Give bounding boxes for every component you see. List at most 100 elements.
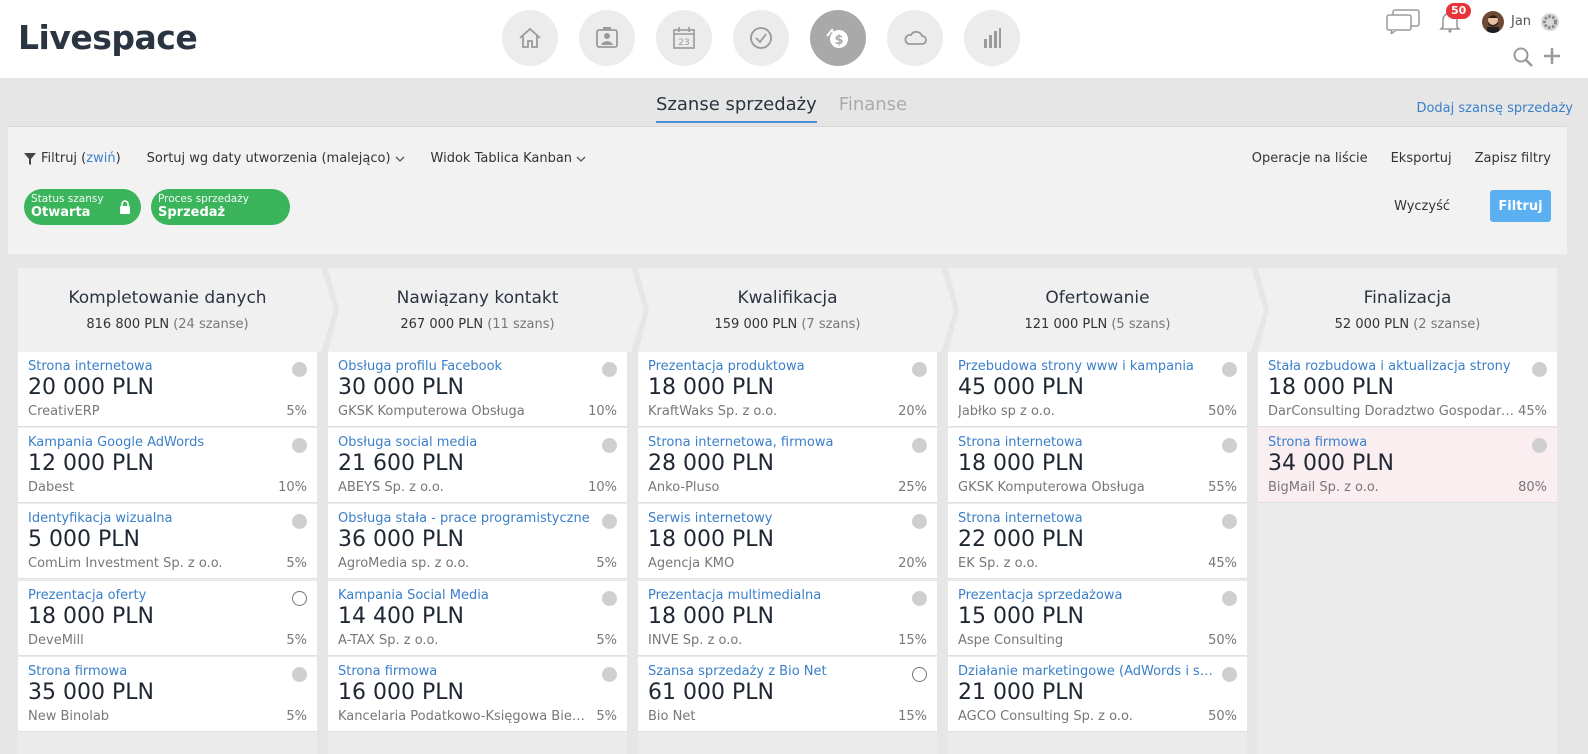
plus-icon[interactable] (1542, 46, 1562, 66)
deal-card[interactable]: Strona internetowa 18 000 PLN GKSK Kompute… (948, 428, 1247, 504)
status-dot-icon[interactable] (912, 438, 927, 454)
deal-name-link[interactable]: Strona firmowa (1268, 435, 1523, 450)
deal-company[interactable]: ComLim Investment Sp. z o.o. (28, 556, 276, 571)
deal-name-link[interactable]: Strona internetowa (958, 435, 1213, 450)
deal-card[interactable]: Strona firmowa 34 000 PLN BigMail Sp. z o.… (1258, 428, 1557, 504)
deal-company[interactable]: Dabest (28, 480, 276, 495)
deal-card[interactable]: Prezentacja sprzedażowa 15 000 PLN Aspe Co… (948, 580, 1247, 656)
deal-card[interactable]: Szansa sprzedaży z Bio Net 61 000 PLN Bio … (638, 656, 937, 732)
deal-company[interactable]: INVE Sp. z o.o. (648, 633, 896, 648)
deal-card[interactable]: Identyfikacja wizualna 5 000 PLN ComLim In… (18, 504, 317, 580)
status-dot-icon[interactable] (602, 362, 617, 377)
deal-name-link[interactable]: Strona firmowa (28, 664, 283, 679)
deal-card[interactable]: Działanie marketingowe (AdWords i soc...… (948, 656, 1247, 732)
deal-company[interactable]: AgroMedia sp. z o.o. (338, 556, 586, 571)
deal-card[interactable]: Kampania Social Media 14 400 PLN A-TAX Sp.… (328, 580, 627, 656)
deal-company[interactable]: BigMail Sp. z o.o. (1268, 480, 1516, 495)
deal-name-link[interactable]: Działanie marketingowe (AdWords i soc... (958, 664, 1213, 679)
filter-chip-status[interactable]: Status szansy Otwarta (24, 189, 141, 225)
status-dot-icon[interactable] (1222, 666, 1237, 682)
deal-company[interactable]: CreativERP (28, 404, 276, 419)
status-dot-icon[interactable] (1222, 362, 1237, 377)
clear-filters-button[interactable]: Wyczyść (1394, 199, 1450, 214)
view-dropdown[interactable]: Widok Tablica Kanban (431, 151, 586, 166)
deal-company[interactable]: Bio Net (648, 709, 896, 724)
deal-card[interactable]: Strona internetowa 20 000 PLN CreativERP 5% (18, 352, 317, 427)
nav-cloud-button[interactable] (887, 10, 943, 66)
deal-card[interactable]: Prezentacja multimedialna 18 000 PLN INVE … (638, 580, 937, 656)
status-dot-icon[interactable] (1532, 362, 1547, 377)
deal-company[interactable]: DeveMill (28, 633, 276, 648)
deal-name-link[interactable]: Obsługa social media (338, 435, 593, 450)
search-icon[interactable] (1512, 46, 1534, 68)
deal-name-link[interactable]: Obsługa stała - prace programistyczne (338, 511, 593, 526)
deal-company[interactable]: GKSK Komputerowa Obsługa (958, 480, 1206, 495)
deal-card[interactable]: Strona internetowa, firmowa 28 000 PLN Ank… (638, 428, 937, 504)
status-dot-icon[interactable] (292, 666, 307, 682)
list-operations-button[interactable]: Operacje na liście (1252, 151, 1368, 166)
nav-tasks-button[interactable] (733, 10, 789, 66)
deal-name-link[interactable]: Strona internetowa (958, 511, 1213, 526)
deal-name-link[interactable]: Strona internetowa, firmowa (648, 435, 903, 450)
deal-name-link[interactable]: Prezentacja multimedialna (648, 588, 903, 603)
nav-reports-button[interactable] (964, 10, 1020, 66)
nav-contacts-button[interactable] (579, 10, 635, 66)
deal-company[interactable]: Anko-Pluso (648, 480, 896, 495)
deal-name-link[interactable]: Szansa sprzedaży z Bio Net (648, 664, 903, 679)
deal-company[interactable]: DarConsulting Doradztwo Gospodarcze (1268, 404, 1516, 419)
filter-toggle[interactable]: Filtruj (zwiń) (23, 151, 121, 166)
deal-company[interactable]: GKSK Komputerowa Obsługa (338, 404, 586, 419)
status-dot-icon[interactable] (292, 362, 307, 377)
deal-card[interactable]: Strona internetowa 22 000 PLN EK Sp. z o.o… (948, 504, 1247, 580)
deal-company[interactable]: New Binolab (28, 709, 276, 724)
status-dot-icon[interactable] (292, 438, 307, 454)
deal-company[interactable]: Jabłko sp z o.o. (958, 404, 1206, 419)
tab-finance[interactable]: Finanse (839, 94, 907, 123)
deal-card[interactable]: Przebudowa strony www i kampania 45 000 P… (948, 352, 1247, 427)
status-dot-icon[interactable] (912, 362, 927, 377)
status-dot-icon[interactable] (1222, 590, 1237, 606)
deal-card[interactable]: Stała rozbudowa i aktualizacja strony 18 … (1258, 352, 1557, 427)
sort-dropdown[interactable]: Sortuj wg daty utworzenia (malejąco) (147, 151, 405, 166)
deal-card[interactable]: Serwis internetowy 18 000 PLN Agencja KMO 2… (638, 504, 937, 580)
deal-name-link[interactable]: Identyfikacja wizualna (28, 511, 283, 526)
deal-name-link[interactable]: Obsługa profilu Facebook (338, 359, 593, 374)
nav-calendar-button[interactable]: 23 (656, 10, 712, 66)
status-dot-icon[interactable] (912, 590, 927, 606)
export-button[interactable]: Eksportuj (1391, 151, 1452, 166)
status-dot-icon[interactable] (1532, 438, 1547, 454)
user-name[interactable]: Jan (1511, 14, 1531, 29)
deal-card[interactable]: Prezentacja oferty 18 000 PLN DeveMill 5% (18, 580, 317, 656)
collapse-link[interactable]: zwiń (86, 151, 115, 166)
filter-chip-process[interactable]: Proces sprzedaży Sprzedaż (151, 189, 290, 225)
deal-name-link[interactable]: Prezentacja sprzedażowa (958, 588, 1213, 603)
deal-card[interactable]: Strona firmowa 35 000 PLN New Binolab 5% (18, 656, 317, 732)
deal-name-link[interactable]: Strona firmowa (338, 664, 593, 679)
status-dot-icon[interactable] (912, 514, 927, 530)
chat-icon[interactable] (1385, 8, 1421, 34)
status-dot-icon[interactable] (602, 438, 617, 454)
status-dot-icon[interactable] (602, 666, 617, 682)
deal-name-link[interactable]: Prezentacja oferty (28, 588, 283, 603)
app-logo[interactable]: Livespace (18, 18, 198, 57)
deal-card[interactable]: Strona firmowa 16 000 PLN Kancelaria Podat… (328, 656, 627, 732)
deal-company[interactable]: Agencja KMO (648, 556, 896, 571)
deal-company[interactable]: Aspe Consulting (958, 633, 1206, 648)
deal-name-link[interactable]: Stała rozbudowa i aktualizacja strony (1268, 359, 1523, 374)
deal-company[interactable]: EK Sp. z o.o. (958, 556, 1206, 571)
deal-company[interactable]: KraftWaks Sp. z o.o. (648, 404, 896, 419)
deal-name-link[interactable]: Kampania Google AdWords (28, 435, 283, 450)
deal-name-link[interactable]: Kampania Social Media (338, 588, 593, 603)
deal-card[interactable]: Kampania Google AdWords 12 000 PLN Dabest 1… (18, 428, 317, 504)
deal-card[interactable]: Obsługa stała - prace programistyczne 36 … (328, 504, 627, 580)
deal-name-link[interactable]: Przebudowa strony www i kampania (958, 359, 1213, 374)
status-dot-icon[interactable] (1222, 514, 1237, 530)
deal-company[interactable]: ABEYS Sp. z o.o. (338, 480, 586, 495)
status-dot-icon[interactable] (912, 666, 927, 682)
avatar[interactable] (1482, 11, 1504, 33)
status-dot-icon[interactable] (602, 590, 617, 606)
tab-sales-opportunities[interactable]: Szanse sprzedaży (656, 94, 817, 123)
deal-company[interactable]: Kancelaria Podatkowo-Księgowa Bierna... (338, 709, 586, 724)
status-dot-icon[interactable] (292, 514, 307, 530)
status-dot-icon[interactable] (1222, 438, 1237, 454)
